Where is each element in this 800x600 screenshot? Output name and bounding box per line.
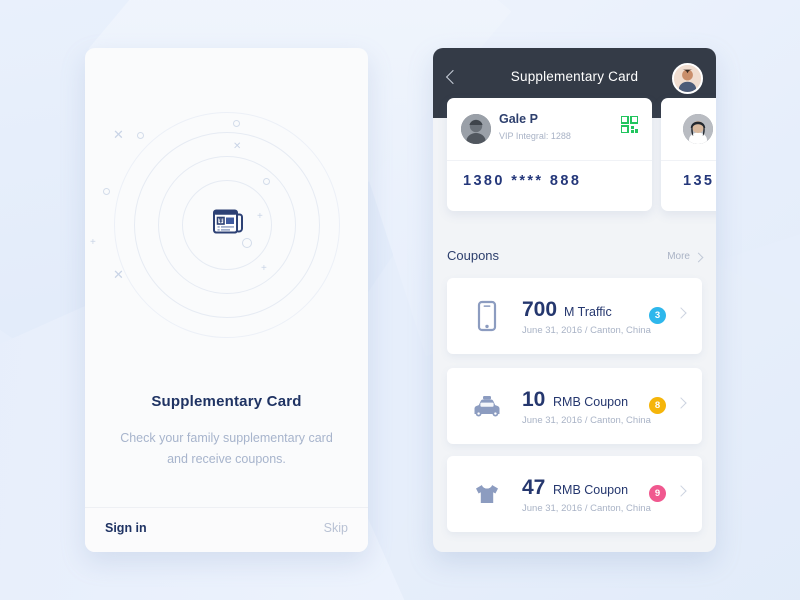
chevron-right-icon[interactable] — [675, 307, 687, 319]
coupon-amount: 47 — [522, 476, 546, 499]
coupon-unit: M Traffic — [564, 305, 612, 319]
coupon-date: June 31, 2016 / Canton, China — [522, 415, 651, 426]
onboarding-bottom-bar: Sign in Skip — [85, 507, 368, 552]
sparkle-circle-icon — [233, 120, 240, 127]
coupons-section-header: Coupons More — [433, 246, 716, 272]
card-number: 135 — [683, 173, 715, 189]
sparkle-circle-icon — [263, 178, 270, 185]
coupon-amount: 10 — [522, 388, 546, 411]
coupon-unit: RMB Coupon — [553, 483, 629, 497]
status-badge: 8 — [649, 397, 666, 414]
skip-button[interactable]: Skip — [324, 521, 348, 535]
coupon-row[interactable]: 700 M Traffic June 31, 2016 / Canton, Ch… — [447, 278, 702, 354]
user-avatar[interactable] — [672, 63, 703, 94]
sparkle-plus-icon: + — [261, 263, 267, 274]
member-meta: VIP Integral: 1288 — [499, 131, 571, 141]
supplementary-card-screen: Supplementary Card Gale P VIP Integral: … — [433, 48, 716, 552]
status-badge: 9 — [649, 485, 666, 502]
avatar — [461, 114, 491, 144]
more-link[interactable]: More — [667, 251, 690, 262]
tshirt-icon — [469, 476, 505, 512]
member-card-top: Gale P VIP Integral: 1288 — [447, 98, 652, 160]
coupon-row[interactable]: 47 RMB Coupon June 31, 2016 / Canton, Ch… — [447, 456, 702, 532]
onboarding-screen: ✕ ✕ + + ✕ + Supplementary Card Check you… — [85, 48, 368, 552]
sparkle-x-icon: ✕ — [113, 127, 124, 142]
taxi-icon — [469, 388, 505, 424]
avatar — [683, 114, 713, 144]
sign-in-button[interactable]: Sign in — [105, 521, 147, 535]
chevron-right-icon[interactable] — [675, 397, 687, 409]
screenshot-canvas: ✕ ✕ + + ✕ + Supplementary Card Check you… — [0, 0, 800, 600]
subtitle-line-2: and receive coupons. — [167, 452, 286, 466]
coupon-unit: RMB Coupon — [553, 395, 629, 409]
subtitle-line-1: Check your family supplementary card — [120, 431, 333, 445]
card-number: 1380 **** 888 — [463, 173, 582, 189]
newspaper-icon — [205, 201, 249, 250]
sparkle-plus-icon: + — [90, 237, 96, 248]
member-name: Gale P — [499, 112, 538, 126]
chevron-right-icon[interactable] — [675, 485, 687, 497]
member-card-top — [661, 98, 716, 160]
sparkle-circle-icon — [137, 132, 144, 139]
section-title: Coupons — [447, 248, 500, 263]
member-card[interactable]: Gale P VIP Integral: 1288 1380 **** 888 — [447, 98, 652, 211]
illustration: ✕ ✕ + + ✕ + — [85, 110, 368, 340]
qr-code-icon[interactable] — [620, 115, 639, 134]
coupon-date: June 31, 2016 / Canton, China — [522, 503, 651, 514]
coupon-amount: 700 — [522, 298, 558, 321]
smartphone-icon — [469, 298, 505, 334]
member-cards-carousel[interactable]: Gale P VIP Integral: 1288 1380 **** 888 … — [433, 98, 716, 216]
member-card[interactable]: 135 — [661, 98, 716, 211]
coupon-date: June 31, 2016 / Canton, China — [522, 325, 651, 336]
page-title: Supplementary Card — [151, 393, 302, 410]
sparkle-x-icon: ✕ — [233, 141, 242, 152]
coupon-row[interactable]: 10 RMB Coupon June 31, 2016 / Canton, Ch… — [447, 368, 702, 444]
chevron-right-icon[interactable] — [693, 252, 704, 263]
page-subtitle: Check your family supplementary card and… — [85, 428, 368, 470]
sparkle-x-icon: ✕ — [113, 267, 124, 282]
status-badge: 3 — [649, 307, 666, 324]
sparkle-plus-icon: + — [257, 211, 263, 222]
sparkle-circle-icon — [103, 188, 110, 195]
